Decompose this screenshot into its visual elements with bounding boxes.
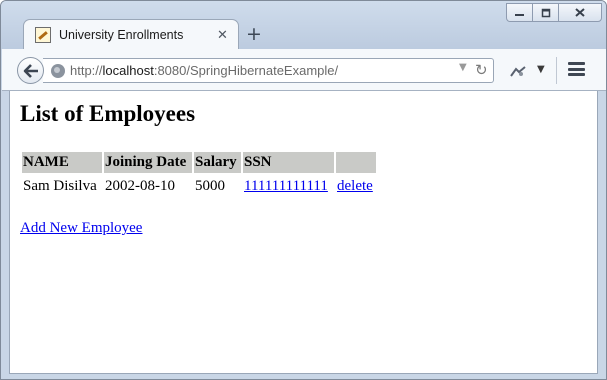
dropdown-icon[interactable]: ▼ (459, 62, 467, 73)
title-bar: University Enrollments ✕ + (1, 1, 606, 50)
cell-joining-date: 2002-08-10 (105, 177, 175, 194)
minimize-icon (515, 13, 524, 16)
window-controls (506, 3, 602, 23)
new-tab-button[interactable]: + (245, 23, 263, 45)
close-icon (575, 8, 585, 17)
header-ssn: SSN (243, 152, 334, 173)
cell-actions: delete (336, 175, 376, 196)
cell-ssn: 111111111111 (243, 175, 334, 196)
table-row: Sam Disilva 2002-08-10 5000 111111111111… (22, 175, 376, 196)
add-new-employee-link[interactable]: Add New Employee (20, 220, 142, 237)
tab-close-icon[interactable]: ✕ (217, 29, 228, 42)
minimize-button[interactable] (506, 3, 533, 22)
delete-link[interactable]: delete (337, 178, 373, 194)
back-arrow-icon (23, 63, 38, 78)
navigation-bar: http://localhost:8080/SpringHibernateExa… (2, 49, 606, 91)
tab-title: University Enrollments (59, 28, 184, 42)
ssn-edit-link[interactable]: 111111111111 (244, 178, 328, 194)
table-header-row: NAME Joining Date Salary SSN (22, 152, 376, 173)
menu-icon[interactable] (568, 62, 585, 76)
restore-button[interactable] (532, 3, 559, 22)
addon-icon[interactable] (510, 66, 526, 78)
header-joining-date: Joining Date (104, 152, 192, 173)
addon-dropdown-icon[interactable]: ▼ (537, 64, 545, 75)
url-bar[interactable]: http://localhost:8080/SpringHibernateExa… (43, 58, 494, 83)
header-actions (336, 152, 376, 173)
header-name: NAME (22, 152, 102, 173)
url-path: :8080/SpringHibernateExample/ (153, 63, 339, 78)
favicon-icon (35, 27, 51, 43)
restore-icon (541, 8, 550, 17)
close-window-button[interactable] (558, 3, 602, 22)
globe-icon (51, 64, 65, 78)
header-salary: Salary (194, 152, 241, 173)
url-scheme: http:// (70, 63, 103, 78)
page-content: List of Employees NAME Joining Date Sala… (9, 91, 598, 373)
back-button[interactable] (17, 57, 44, 84)
cell-salary: 5000 (195, 177, 225, 194)
browser-window: University Enrollments ✕ + http://localh… (0, 0, 607, 380)
reload-icon[interactable]: ↻ (475, 61, 488, 79)
cell-name: Sam Disilva (23, 177, 97, 194)
url-text[interactable]: http://localhost:8080/SpringHibernateExa… (70, 63, 338, 78)
window-bottom-border (9, 373, 598, 379)
page-title: List of Employees (20, 101, 196, 126)
tab-university-enrollments[interactable]: University Enrollments ✕ (23, 19, 239, 50)
url-host: localhost (102, 63, 154, 78)
toolbar-divider (556, 57, 557, 84)
employees-table: NAME Joining Date Salary SSN Sam Disilva… (20, 150, 378, 198)
